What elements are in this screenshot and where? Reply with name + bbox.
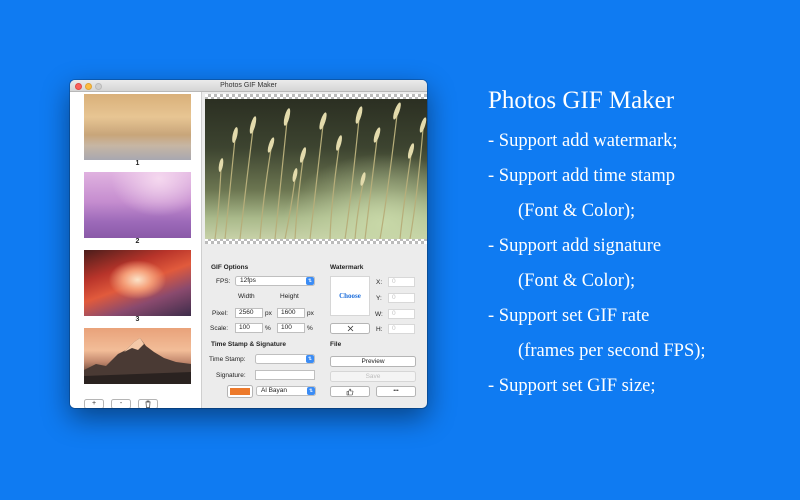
watermark-h-field[interactable]: 0 [388, 324, 415, 334]
feature-line-rate: - Support set GIF rate [488, 306, 650, 326]
feature-line-watermark: - Support add watermark; [488, 131, 678, 151]
timestamp-signature-heading: Time Stamp & Signature [211, 341, 287, 348]
pixel-width-unit: px [265, 310, 272, 317]
height-header: Height [280, 293, 299, 300]
watermark-y-label: Y: [376, 295, 382, 302]
fps-select[interactable]: 12fps ⇅ [235, 276, 315, 286]
watermark-x-label: X: [376, 279, 383, 286]
gif-preview [205, 94, 427, 244]
watermark-h-label: H: [376, 326, 383, 333]
color-swatch [230, 388, 250, 395]
feature-line-signature: - Support add signature [488, 236, 662, 256]
feature-line-signature-detail: (Font & Color); [518, 271, 636, 291]
frame-label-1: 1 [135, 160, 140, 167]
frame-thumbnail-4[interactable] [84, 328, 191, 384]
scale-width-field[interactable]: 100 [235, 323, 263, 333]
window-title: Photos GIF Maker [220, 82, 277, 89]
width-header: Width [238, 293, 255, 300]
scale-label: Scale: [210, 325, 229, 332]
watermark-heading: Watermark [330, 264, 364, 271]
zoom-window-button[interactable] [95, 82, 102, 90]
watermark-w-field[interactable]: 0 [388, 309, 415, 319]
preview-button[interactable]: Preview [330, 356, 416, 367]
add-frame-button[interactable]: + [84, 399, 104, 408]
frame-list[interactable]: 1 2 3 + - [70, 92, 202, 408]
scale-width-unit: % [265, 325, 271, 332]
color-well[interactable] [227, 385, 253, 398]
close-icon [347, 325, 353, 332]
frame-thumbnail-1[interactable] [84, 94, 191, 160]
thumbs-up-icon [346, 388, 354, 395]
scale-height-unit: % [307, 325, 313, 332]
app-window: Photos GIF Maker 1 2 3 + - GIF Options F… [70, 80, 427, 408]
clear-watermark-button[interactable] [330, 323, 370, 334]
description-title: Photos GIF Maker [488, 87, 675, 114]
watermark-w-label: W: [375, 311, 383, 318]
file-heading: File [330, 341, 342, 348]
close-window-button[interactable] [75, 82, 82, 90]
fps-label: FPS: [216, 278, 231, 285]
like-button[interactable] [330, 386, 370, 397]
delete-frame-button[interactable] [138, 399, 158, 408]
fps-value: 12fps [240, 277, 256, 284]
mountain-graphic [84, 338, 191, 384]
chevron-updown-icon: ⇅ [306, 277, 314, 285]
gif-options-heading: GIF Options [211, 264, 249, 271]
frame-label-3: 3 [135, 316, 140, 323]
signature-label: Signature: [216, 372, 246, 379]
pixel-height-field[interactable]: 1600 [277, 308, 305, 318]
frame-thumbnail-3[interactable] [84, 250, 191, 316]
chevron-updown-icon: ⇅ [306, 355, 314, 363]
choose-watermark-button[interactable]: Choose [330, 276, 370, 316]
more-icon: ••• [393, 388, 399, 394]
grass-graphic [214, 102, 427, 239]
trash-icon [145, 400, 151, 408]
feature-line-size: - Support set GIF size; [488, 376, 656, 396]
watermark-x-field[interactable]: 0 [388, 277, 415, 287]
feature-line-timestamp: - Support add time stamp [488, 166, 676, 186]
scale-height-field[interactable]: 100 [277, 323, 305, 333]
timestamp-select[interactable]: ⇅ [255, 354, 315, 364]
preview-image [205, 99, 427, 239]
watermark-y-field[interactable]: 0 [388, 293, 415, 303]
frame-thumbnail-2[interactable] [84, 172, 191, 238]
font-select[interactable]: Al Bayan ⇅ [256, 386, 316, 396]
remove-frame-button[interactable]: - [111, 399, 131, 408]
feature-description: Photos GIF Maker - Support add watermark… [488, 86, 706, 404]
frame-label-2: 2 [135, 238, 140, 245]
save-button[interactable]: Save [330, 371, 416, 382]
title-bar: Photos GIF Maker [70, 80, 427, 92]
timestamp-label: Time Stamp: [209, 356, 246, 363]
feature-line-timestamp-detail: (Font & Color); [518, 201, 636, 221]
pixel-width-field[interactable]: 2560 [235, 308, 263, 318]
feature-line-rate-detail: (frames per second FPS); [518, 341, 706, 361]
more-button[interactable]: ••• [376, 386, 416, 397]
font-value: Al Bayan [261, 387, 288, 394]
pixel-height-unit: px [307, 310, 314, 317]
chevron-updown-icon: ⇅ [307, 387, 315, 395]
minimize-window-button[interactable] [85, 82, 92, 90]
signature-field[interactable] [255, 370, 315, 380]
pixel-label: Pixel: [212, 310, 228, 317]
